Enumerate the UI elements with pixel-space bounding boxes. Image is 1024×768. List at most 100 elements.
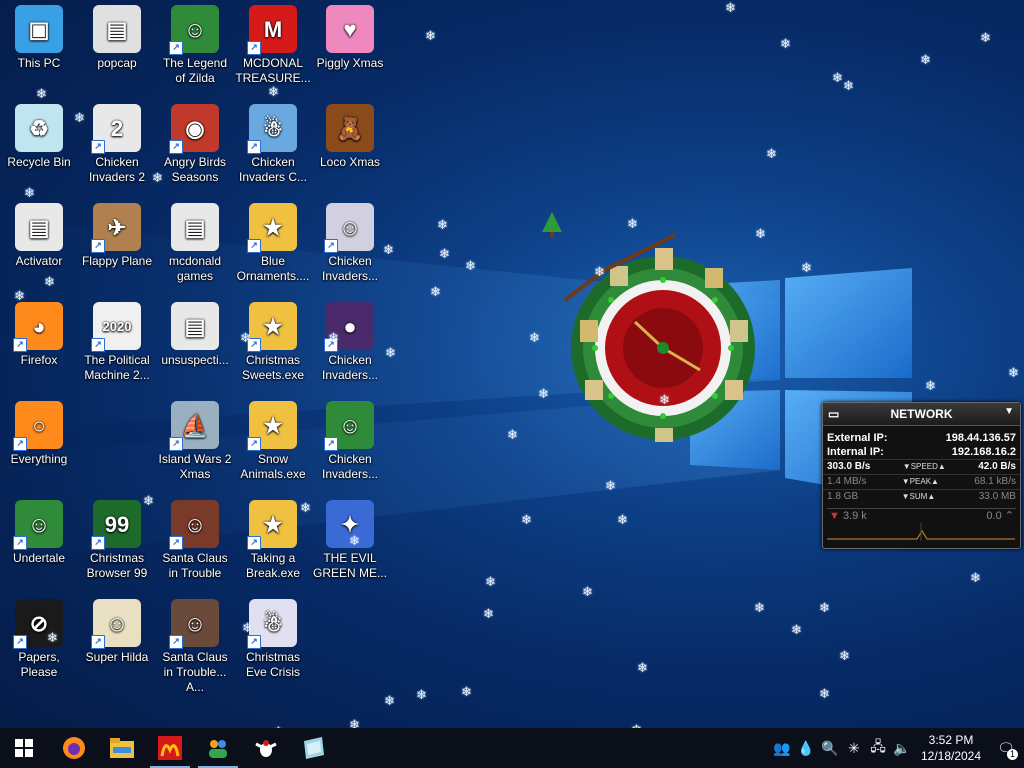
snowflake-icon: ❄: [529, 330, 540, 345]
snow-animals-icon: ★ ↗: [247, 401, 297, 451]
snowflake-icon: ❄: [425, 28, 436, 43]
desktop-icon[interactable]: ○ ↗ Everything: [0, 401, 78, 467]
desktop-icon[interactable]: ☺ ↗ Santa Claus in Trouble... A...: [156, 599, 234, 695]
mcdonald-treasure-icon: M ↗: [247, 5, 297, 55]
desktop-icon[interactable]: 2 ↗ Chicken Invaders 2: [78, 104, 156, 185]
tray-people-icon[interactable]: 👥: [770, 728, 794, 768]
desktop-icon[interactable]: ☺ ↗ Santa Claus in Trouble: [156, 500, 234, 581]
snowflake-icon: ❄: [766, 146, 777, 161]
desktop-icon[interactable]: ☺ ↗ Super Hilda: [78, 599, 156, 665]
desktop-icon[interactable]: 2020 ↗ The Political Machine 2...: [78, 302, 156, 383]
snowflake-icon: ❄: [47, 630, 58, 645]
start-button[interactable]: [0, 728, 48, 768]
taskbar-file-explorer[interactable]: [98, 728, 146, 768]
desktop-icon[interactable]: ♻ Recycle Bin: [0, 104, 78, 170]
snowflake-icon: ❄: [36, 86, 47, 101]
snowflake-icon: ❄: [349, 533, 360, 548]
windows-logo-icon: [15, 739, 33, 757]
external-ip-label: External IP:: [827, 432, 888, 444]
mcdonald-games-folder-icon: ▤: [171, 203, 219, 251]
desktop-icon-label: Chicken Invaders...: [321, 254, 379, 283]
desktop-icon[interactable]: ▤ popcap: [78, 5, 156, 71]
download-peak: 1.4 MB/s: [827, 476, 867, 487]
taskbar-app-window[interactable]: [290, 728, 338, 768]
mcdonalds-icon: [158, 736, 182, 760]
snowflake-icon: ❄: [970, 570, 981, 585]
peak-label: ▼PEAK▲: [901, 477, 939, 486]
desktop-icon-label: Chicken Invaders C...: [238, 155, 308, 184]
desktop-icon[interactable]: ✈ ↗ Flappy Plane: [78, 203, 156, 269]
snowflake-icon: ❄: [483, 606, 494, 621]
desktop-icon-label: popcap: [97, 56, 137, 70]
snowflake-icon: ❄: [384, 693, 395, 708]
clock[interactable]: 3:52 PM 12/18/2024: [914, 732, 988, 764]
shortcut-arrow-icon: ↗: [91, 536, 105, 550]
snowflake-icon: ❄: [627, 216, 638, 231]
notification-center-button[interactable]: 🗨 1: [988, 728, 1024, 768]
sum-label: ▼SUM▲: [901, 492, 936, 501]
upload-sum: 33.0 MB: [978, 491, 1016, 502]
christmas-clock-widget[interactable]: [555, 230, 770, 445]
desktop-icon[interactable]: ▣ This PC: [0, 5, 78, 71]
desktop-icon[interactable]: ☺ ↗ Chicken Invaders...: [311, 203, 389, 284]
desktop-icon[interactable]: ⛵ ↗ Island Wars 2 Xmas: [156, 401, 234, 482]
desktop-icon-label: Loco Xmas: [319, 155, 381, 169]
desktop-icon[interactable]: ▤ mcdonald games: [156, 203, 234, 284]
desktop-icon[interactable]: ◉ ↗ Angry Birds Seasons: [156, 104, 234, 185]
desktop-icon[interactable]: ★ ↗ Blue Ornaments....: [234, 203, 312, 284]
tray-network-icon[interactable]: 🖧: [866, 728, 890, 768]
tray-volume-icon[interactable]: 🔈: [890, 728, 914, 768]
widget-header[interactable]: ▭ NETWORK ▼: [823, 403, 1020, 426]
download-speed: 303.0 B/s: [827, 461, 871, 472]
desktop-icon[interactable]: ● ↗ Chicken Invaders...: [311, 302, 389, 383]
angry-birds-seasons-icon: ◉ ↗: [169, 104, 219, 154]
desktop-icon[interactable]: ☺ ↗ Undertale: [0, 500, 78, 566]
desktop-icon[interactable]: ★ ↗ Snow Animals.exe: [234, 401, 312, 482]
snowflake-icon: ❄: [594, 264, 605, 279]
desktop-icon-label: Christmas Eve Crisis: [245, 650, 300, 679]
taskbar-chicken-invaders[interactable]: [242, 728, 290, 768]
clock-date: 12/18/2024: [920, 749, 982, 763]
desktop-icon-label: Island Wars 2 Xmas: [158, 452, 232, 481]
desktop-icon-label: Chicken Invaders...: [321, 452, 379, 481]
snowflake-icon: ❄: [925, 378, 936, 393]
shortcut-arrow-icon: ↗: [169, 437, 183, 451]
tray-snowflake-icon[interactable]: ✳: [842, 728, 866, 768]
taskbar-people-app[interactable]: [194, 728, 242, 768]
desktop-icon[interactable]: ☃ ↗ Christmas Eve Crisis: [234, 599, 312, 680]
snowflake-icon: ❄: [617, 512, 628, 527]
christmas-browser-icon: 99 ↗: [91, 500, 141, 550]
taskbar-firefox[interactable]: [50, 728, 98, 768]
unsuspecti-folder-icon: ▤: [171, 302, 219, 350]
shortcut-arrow-icon: ↗: [91, 239, 105, 253]
desktop-icon[interactable]: ☺ ↗ Chicken Invaders...: [311, 401, 389, 482]
shortcut-arrow-icon: ↗: [324, 239, 338, 253]
tray-search-icon[interactable]: 🔍: [818, 728, 842, 768]
snowflake-icon: ❄: [507, 427, 518, 442]
desktop-icon-label: Santa Claus in Trouble: [162, 551, 228, 580]
shortcut-arrow-icon: ↗: [13, 437, 27, 451]
desktop-icon-label: The Legend of Zilda: [162, 56, 228, 85]
taskbar-mcdonald-app[interactable]: [146, 728, 194, 768]
desktop-icon[interactable]: ☺ ↗ The Legend of Zilda: [156, 5, 234, 86]
snowflake-icon: ❄: [439, 246, 450, 261]
desktop-icon[interactable]: ♥ Piggly Xmas: [311, 5, 389, 71]
desktop-icon[interactable]: 🧸 Loco Xmas: [311, 104, 389, 170]
network-monitor-widget[interactable]: ▭ NETWORK ▼ External IP: 198.44.136.57 I…: [822, 402, 1021, 549]
desktop-icon[interactable]: ▤ unsuspecti...: [156, 302, 234, 368]
desktop-icon[interactable]: M ↗ MCDONAL TREASURE...: [234, 5, 312, 86]
desktop-icon-label: Chicken Invaders 2: [88, 155, 146, 184]
desktop-icon[interactable]: 99 ↗ Christmas Browser 99: [78, 500, 156, 581]
people-icon: [209, 740, 227, 758]
desktop-icon[interactable]: ⊘ ↗ Papers, Please: [0, 599, 78, 680]
taskbar: 👥 💧 🔍 ✳ 🖧 🔈 3:52 PM 12/18/2024 🗨 1: [0, 728, 1024, 768]
desktop-icon[interactable]: ☃ ↗ Chicken Invaders C...: [234, 104, 312, 185]
system-tray: 👥 💧 🔍 ✳ 🖧 🔈 3:52 PM 12/18/2024 🗨 1: [770, 728, 1024, 768]
desktop-icon[interactable]: ◕ ↗ Firefox: [0, 302, 78, 368]
chevron-down-icon[interactable]: ▼: [1004, 406, 1014, 417]
desktop-icon-label: Christmas Browser 99: [86, 551, 148, 580]
desktop-icon[interactable]: ▤ Activator: [0, 203, 78, 269]
tray-droplet-icon[interactable]: 💧: [794, 728, 818, 768]
desktop-icon-label: Blue Ornaments....: [236, 254, 310, 283]
notification-count: 1: [1006, 749, 1018, 760]
